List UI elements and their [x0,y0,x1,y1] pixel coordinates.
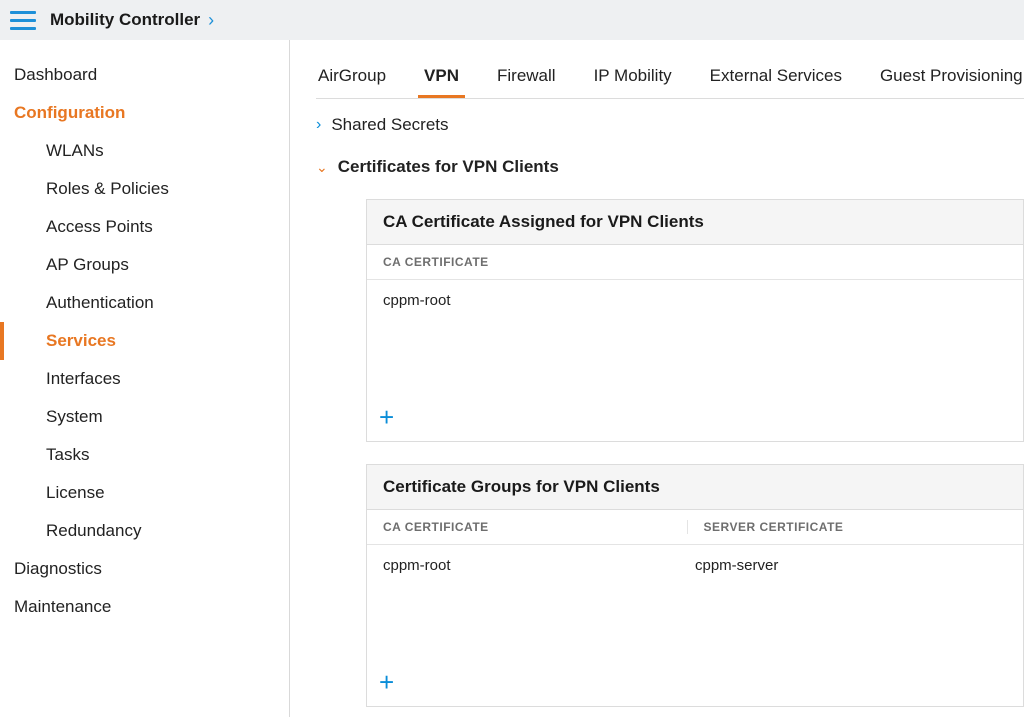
sidebar-item-system[interactable]: System [0,398,289,436]
sidebar-item-ap-groups[interactable]: AP Groups [0,246,289,284]
sidebar-item-license[interactable]: License [0,474,289,512]
column-header: CA CERTIFICATE [383,520,687,534]
tab-external[interactable]: External Services [708,58,844,98]
tab-guest[interactable]: Guest Provisioning [878,58,1024,98]
tab-firewall[interactable]: Firewall [495,58,558,98]
card-ca-assigned: CA Certificate Assigned for VPN Clients … [366,199,1024,442]
tabs: AirGroup VPN Firewall IP Mobility Extern… [316,58,1024,99]
table-row[interactable]: cppm-root cppm-server [367,545,1023,586]
cell-ca-cert: cppm-root [383,557,695,574]
sidebar-item-diagnostics[interactable]: Diagnostics [0,550,289,588]
section-label: Shared Secrets [331,115,448,135]
section-shared-secrets[interactable]: › Shared Secrets [316,115,1024,135]
tab-airgroup[interactable]: AirGroup [316,58,388,98]
tab-ipmobility[interactable]: IP Mobility [592,58,674,98]
sidebar-item-tasks[interactable]: Tasks [0,436,289,474]
sidebar-item-access-points[interactable]: Access Points [0,208,289,246]
chevron-right-icon[interactable]: › [208,10,214,31]
menu-icon[interactable] [10,7,36,33]
column-header: SERVER CERTIFICATE [687,520,1008,534]
card-cert-groups: Certificate Groups for VPN Clients CA CE… [366,464,1024,707]
chevron-down-icon: ⌄ [316,159,328,176]
tab-vpn[interactable]: VPN [422,58,461,98]
sidebar-item-auth[interactable]: Authentication [0,284,289,322]
table-row[interactable]: cppm-root [367,280,1023,321]
add-icon[interactable]: + [379,402,394,432]
sidebar-item-configuration[interactable]: Configuration [0,94,289,132]
card-title: CA Certificate Assigned for VPN Clients [367,200,1023,245]
add-icon[interactable]: + [379,667,394,697]
table-header: CA CERTIFICATE SERVER CERTIFICATE [367,510,1023,545]
sidebar-item-dashboard[interactable]: Dashboard [0,56,289,94]
table-header: CA CERTIFICATE [367,245,1023,280]
column-header: CA CERTIFICATE [383,255,489,269]
sidebar-item-services[interactable]: Services [0,322,289,360]
section-certs-vpn[interactable]: ⌄ Certificates for VPN Clients [316,157,1024,177]
section-label: Certificates for VPN Clients [338,157,559,177]
sidebar-item-interfaces[interactable]: Interfaces [0,360,289,398]
sidebar-item-redundancy[interactable]: Redundancy [0,512,289,550]
sidebar-item-wlans[interactable]: WLANs [0,132,289,170]
cell-server-cert: cppm-server [695,557,1007,574]
cell-ca-cert: cppm-root [383,292,451,309]
app-title: Mobility Controller [50,10,200,30]
chevron-right-icon: › [316,116,321,134]
card-title: Certificate Groups for VPN Clients [367,465,1023,510]
sidebar-item-roles[interactable]: Roles & Policies [0,170,289,208]
main-content: AirGroup VPN Firewall IP Mobility Extern… [290,40,1024,717]
sidebar-item-maintenance[interactable]: Maintenance [0,588,289,626]
sidebar: Dashboard Configuration WLANs Roles & Po… [0,40,290,717]
